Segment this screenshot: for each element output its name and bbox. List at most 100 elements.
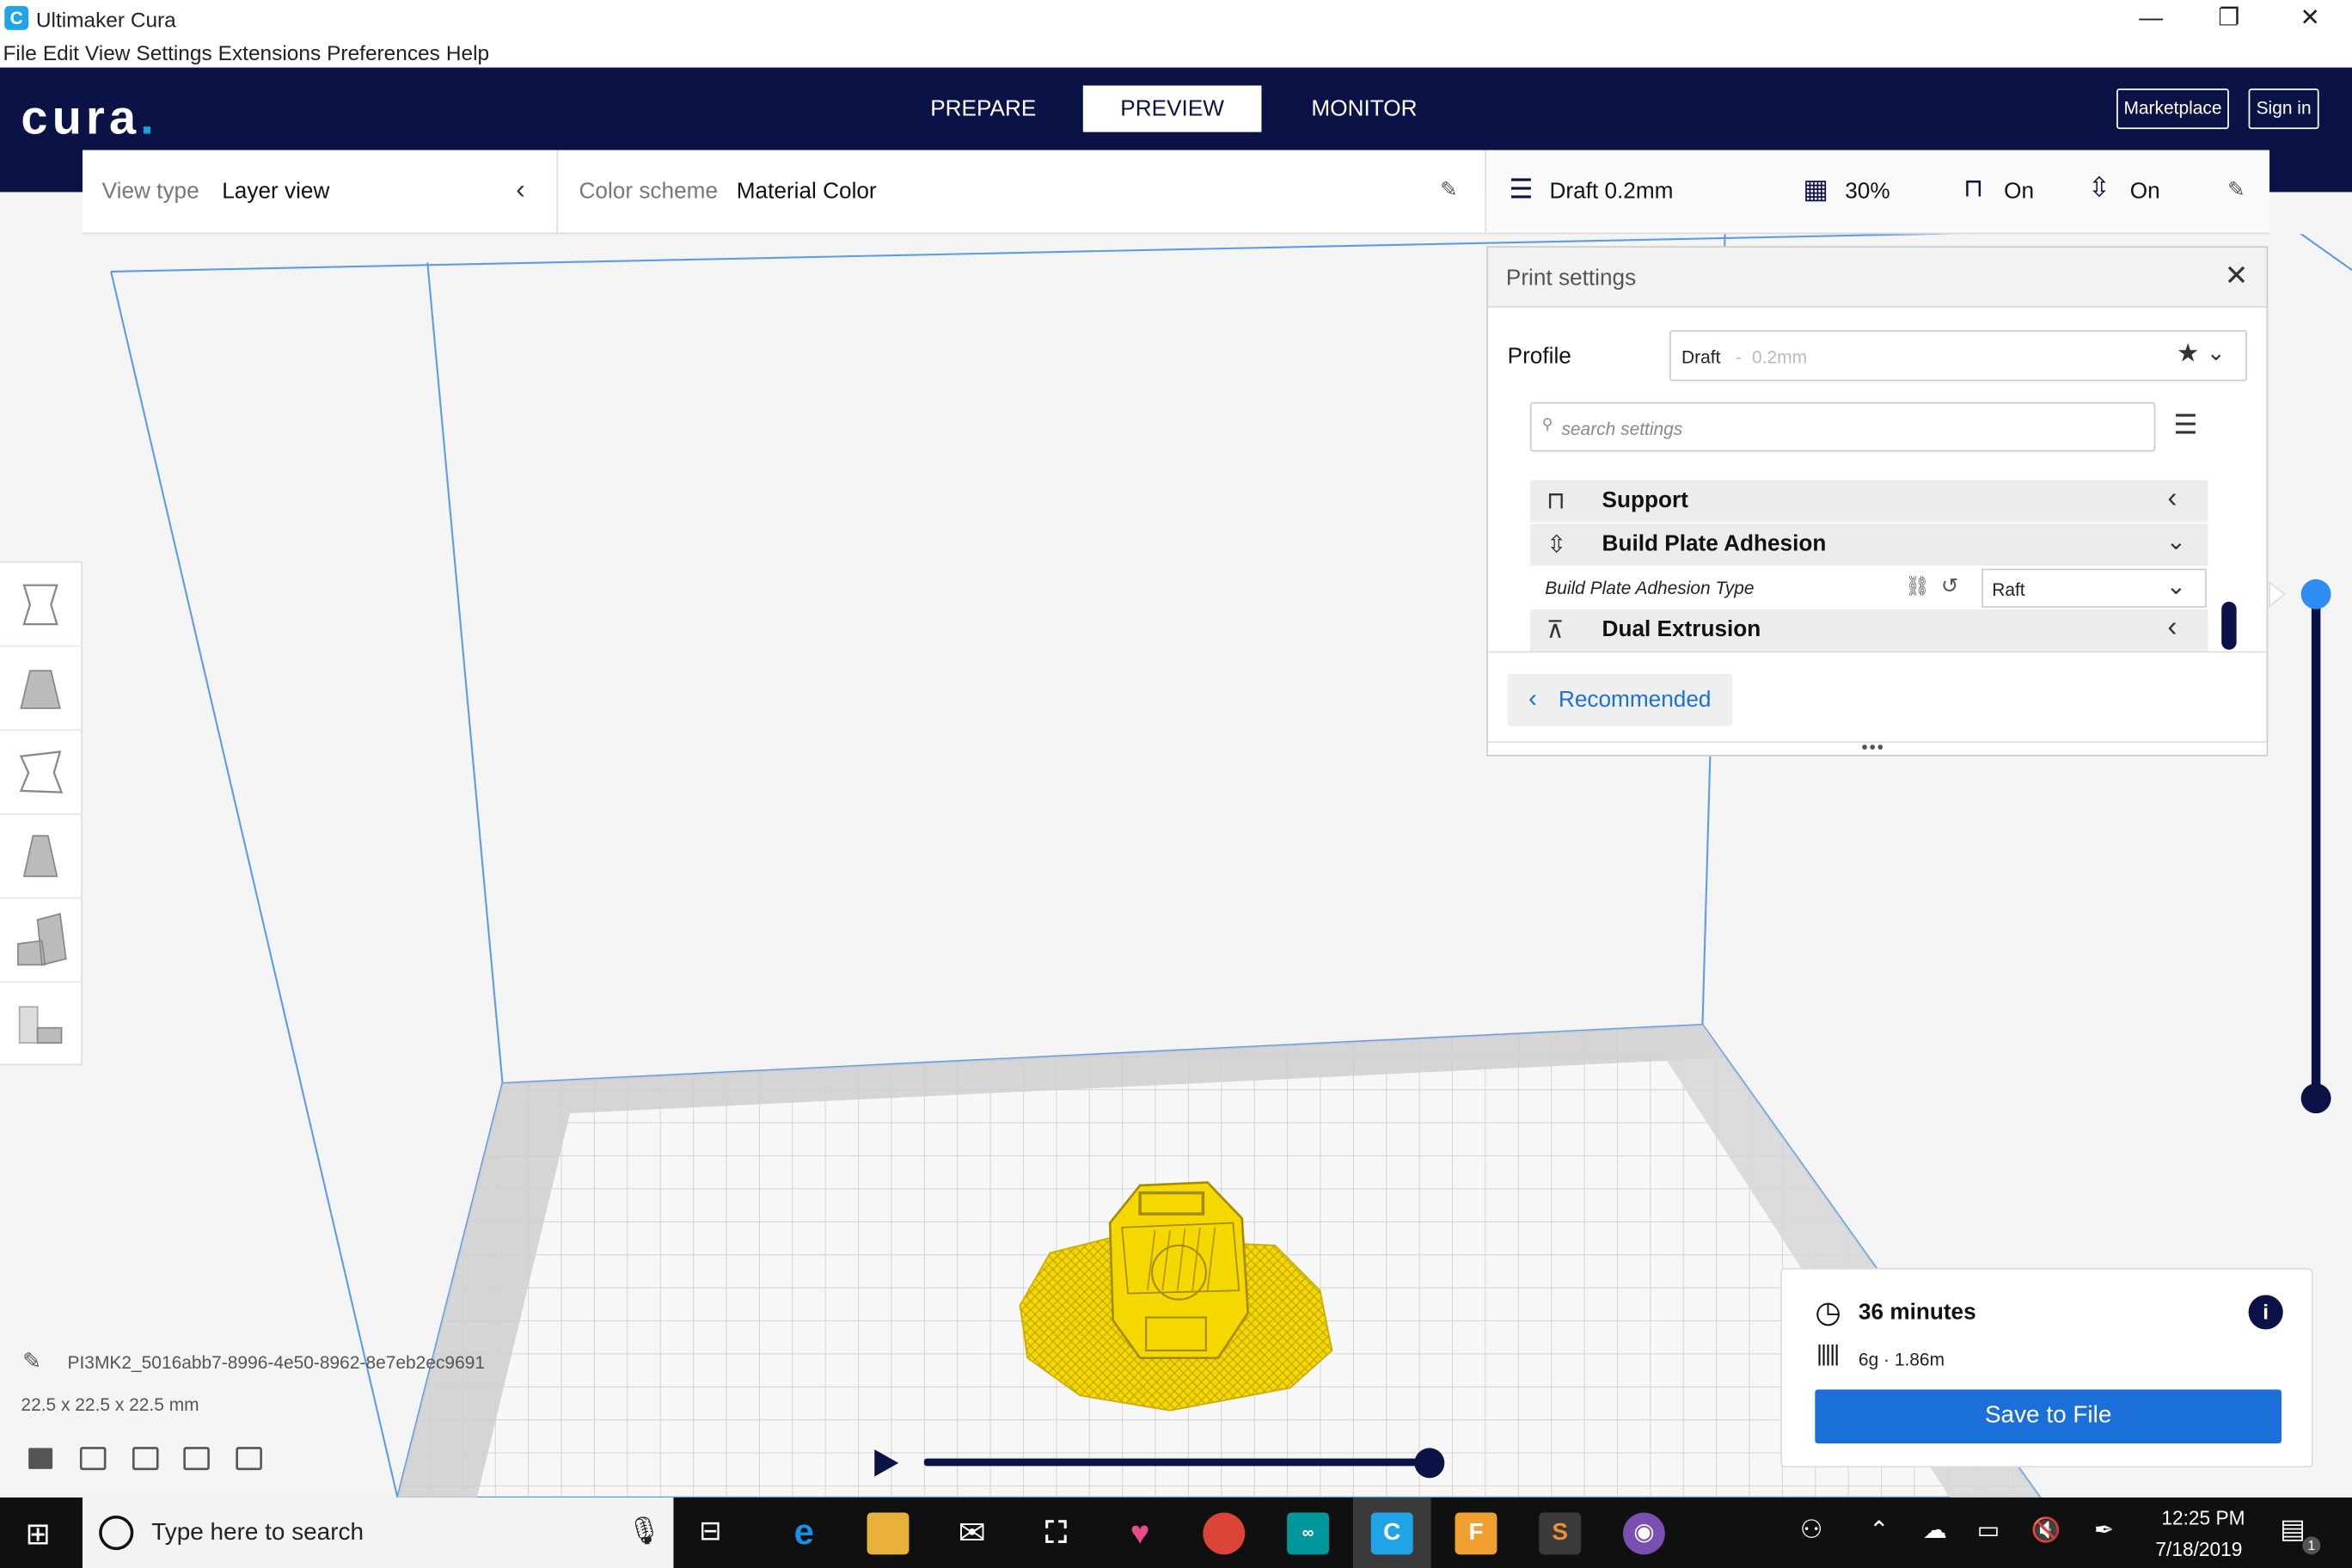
fusion-icon[interactable]: F [1455,1512,1498,1555]
mail-icon[interactable]: ✉ [951,1512,993,1554]
profile-name: Draft [1681,346,1721,368]
category-build-plate-adhesion[interactable]: ⇳ Build Plate Adhesion ⌄ [1529,524,2208,567]
chevron-down-icon[interactable]: ⌄ [2166,527,2186,557]
taskbar-search-input[interactable]: Type here to search [151,1520,364,1547]
cortana-icon [99,1515,134,1551]
microphone-icon[interactable]: 🎙 [627,1516,661,1547]
chrome-icon[interactable] [1203,1512,1246,1555]
search-icon: ⚲ [1541,417,1553,434]
adhesion-type-dropdown[interactable]: Raft ⌄ [1981,568,2207,608]
pen-icon[interactable]: ✒ [2094,1516,2114,1546]
menu-settings[interactable]: Settings [136,39,211,67]
pencil-icon[interactable]: ✎ [1440,177,1457,203]
print-settings-panel: Print settings ✕ Profile Draft - 0.2mm ★… [1486,246,2269,757]
view-type-dropdown[interactable]: Layer view [222,179,329,205]
sign-in-button[interactable]: Sign in [2248,88,2319,130]
volume-icon[interactable]: 🔇 [2031,1516,2061,1546]
print-information-panel: ◷ 36 minutes i ||||| 6g · 1.86m Save to … [1780,1267,2313,1468]
maps-icon[interactable]: ♥ [1119,1512,1161,1554]
chevron-up-icon[interactable]: ⌃ [1869,1516,1889,1546]
recommended-button[interactable]: ‹ Recommended [1507,673,1733,726]
save-to-file-button[interactable]: Save to File [1815,1389,2282,1444]
setting-adhesion-type: Build Plate Adhesion Type ⛓ ↺ Raft ⌄ [1529,567,2208,609]
close-button[interactable]: ✕ [2280,3,2340,35]
print-settings-title: Print settings [1505,265,1637,291]
rotate-tool[interactable] [0,731,83,815]
cura-logo: cura. [21,89,159,144]
menu-view[interactable]: View [85,39,131,67]
menu-edit[interactable]: Edit [43,39,79,67]
github-icon[interactable]: ◉ [1622,1512,1665,1555]
adhesion-icon: ⇳ [1546,532,1567,559]
print-time: 36 minutes [1858,1299,1976,1326]
sublime-icon[interactable]: S [1539,1512,1582,1555]
chevron-down-icon: ⌄ [2165,574,2187,601]
chevron-left-icon[interactable]: ‹ [516,174,524,205]
cura-taskbar-icon[interactable]: C [1370,1512,1413,1555]
arduino-icon[interactable]: ∞ [1287,1512,1329,1555]
settings-menu-icon[interactable]: ☰ [2173,410,2197,442]
people-icon[interactable]: ⚇ [1800,1516,1823,1546]
pencil-icon[interactable]: ✎ [22,1347,41,1375]
layer-top-handle [2300,579,2331,609]
menu-file[interactable]: File [3,39,36,67]
support-summary: On [2004,178,2035,205]
color-scheme-dropdown[interactable]: Material Color [737,179,877,205]
search-settings-input[interactable]: search settings [1561,419,1682,439]
profile-dropdown[interactable]: Draft - 0.2mm ★ ⌄ [1669,330,2247,382]
clock-date[interactable]: 7/18/2019 [2155,1538,2242,1560]
tool-panel [0,560,83,1067]
category-label: Support [1602,487,1688,513]
reset-icon[interactable]: ↺ [1941,573,1958,599]
notifications-icon[interactable]: ▤ [2280,1514,2306,1546]
support-icon: ⊓ [1546,489,1565,515]
settings-scrollbar[interactable] [2221,601,2237,650]
task-view-icon[interactable]: ⊟ [699,1516,721,1547]
chevron-down-icon[interactable]: ⌄ [2207,339,2226,366]
menu-preferences[interactable]: Preferences [327,39,440,67]
marketplace-button[interactable]: Marketplace [2116,88,2229,130]
close-icon[interactable]: ✕ [2225,260,2249,294]
info-icon[interactable]: i [2248,1295,2283,1330]
chevron-left-icon[interactable]: ‹ [2167,483,2177,516]
move-tool[interactable] [0,563,83,647]
menu-help[interactable]: Help [446,39,489,67]
scale-tool[interactable] [0,646,83,732]
title-bar: C Ultimaker Cura — ❐ ✕ [0,0,2352,40]
battery-icon[interactable]: ▭ [1977,1516,2000,1546]
tab-monitor[interactable]: MONITOR [1275,85,1454,132]
store-icon[interactable]: ⛶ [1035,1512,1077,1554]
cura-app-icon: C [4,5,29,30]
view-options-bar: View type Layer view ‹ Color scheme Mate… [82,150,1485,235]
edge-icon[interactable]: e [783,1512,825,1554]
support-blocker-tool[interactable] [0,983,83,1067]
onedrive-icon[interactable]: ☁ [1923,1516,1947,1546]
star-icon[interactable]: ★ [2177,339,2200,369]
print-settings-summary[interactable]: ☰ Draft 0.2mm ▦ 30% ⊓ On ⇳ On ✎ [1485,150,2270,235]
tab-preview[interactable]: PREVIEW [1082,85,1262,132]
minimize-button[interactable]: — [2121,3,2181,35]
filament-icon: ||||| [1816,1341,1840,1368]
tab-prepare[interactable]: PREPARE [894,85,1073,132]
per-model-settings-tool[interactable] [0,899,83,983]
clock-icon: ◷ [1815,1296,1841,1330]
layer-bottom-handle [2300,1083,2331,1114]
infill-summary: 30% [1845,178,1890,205]
maximize-button[interactable]: ❐ [2199,3,2259,35]
profile-layer-separator: - [1735,346,1742,368]
menu-extensions[interactable]: Extensions [218,39,321,67]
category-dual-extrusion[interactable]: ⊼ Dual Extrusion ‹ [1529,609,2208,652]
category-support[interactable]: ⊓ Support ‹ [1529,480,2208,523]
chevron-left-icon[interactable]: ‹ [2167,612,2177,645]
windows-start-icon[interactable]: ⊞ [26,1516,51,1553]
pencil-icon[interactable]: ✎ [2227,177,2245,203]
search-settings-field[interactable]: ⚲ search settings [1529,401,2156,452]
file-explorer-icon[interactable] [867,1512,910,1555]
category-label: Dual Extrusion [1602,616,1761,643]
resize-handle-icon[interactable]: ••• [1861,737,1884,757]
link-icon[interactable]: ⛓ [1905,575,1930,599]
window-title: Ultimaker Cura [35,7,176,32]
taskbar-search[interactable]: Type here to search 🎙 [82,1498,674,1568]
mirror-tool[interactable] [0,815,83,899]
clock-time[interactable]: 12:25 PM [2161,1506,2245,1528]
